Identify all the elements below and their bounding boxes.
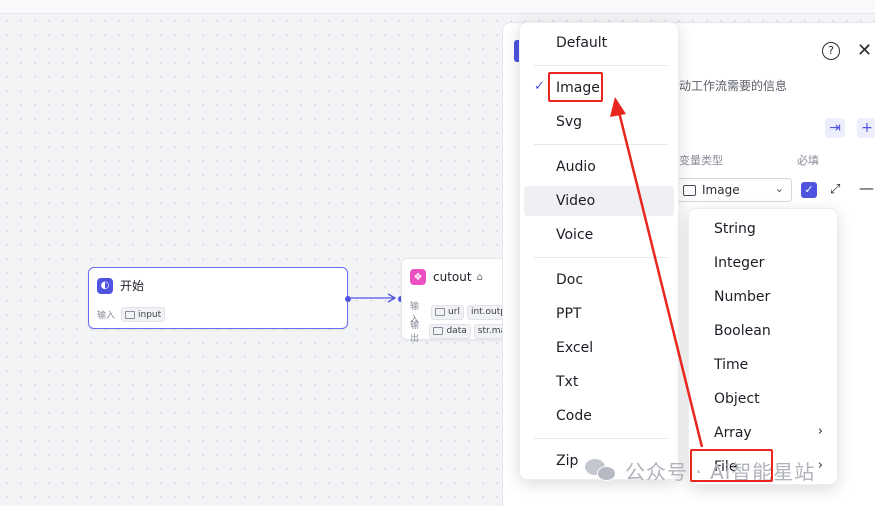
image-type-icon (433, 327, 444, 335)
expand-icon[interactable]: ⤢ (830, 182, 840, 197)
submenu-item-array[interactable]: Array › (689, 418, 837, 448)
cutout-output-row: 输出 data str.ma (410, 318, 510, 344)
start-node-header: ◐ 开始 (97, 277, 144, 294)
menu-divider (534, 257, 668, 258)
variable-type-column-label: 变量类型 (679, 154, 723, 167)
cutout-node[interactable]: ❖ cutout ⌂ 输入 url int.outp 输出 data str.m… (401, 258, 511, 344)
wechat-icon (585, 459, 616, 481)
chevron-right-icon: › (817, 458, 823, 473)
help-circle-icon[interactable]: ? (822, 42, 840, 60)
submenu-item-string[interactable]: String (689, 214, 837, 244)
menu-item-svg[interactable]: Svg (524, 107, 674, 137)
menu-item-ppt[interactable]: PPT (524, 299, 674, 329)
start-input-label: 输入 (97, 311, 116, 321)
start-icon: ◐ (97, 277, 113, 294)
menu-item-excel[interactable]: Excel (524, 333, 674, 363)
menu-divider (534, 144, 668, 145)
image-type-icon (435, 308, 446, 316)
start-node-title: 开始 (120, 279, 145, 293)
start-input-tag: input (121, 307, 166, 322)
chevron-right-icon: › (817, 424, 823, 439)
plugin-icon: ❖ (410, 269, 426, 285)
submenu-item-number[interactable]: Number (689, 282, 837, 312)
menu-item-default[interactable]: Default (524, 28, 674, 58)
menu-item-code[interactable]: Code (524, 401, 674, 431)
variable-type-select[interactable]: Image ⌄ (677, 178, 792, 202)
variable-type-submenu: String Integer Number Boolean Time Objec… (688, 208, 838, 485)
required-column-label: 必填 (797, 154, 819, 167)
submenu-item-integer[interactable]: Integer (689, 248, 837, 278)
required-checkbox[interactable]: ✓ (801, 182, 817, 198)
menu-divider (534, 438, 668, 439)
panel-description: 动工作流需要的信息 (679, 79, 788, 93)
annotation-box-file (690, 449, 773, 482)
cutout-node-header: ❖ cutout ⌂ (410, 269, 483, 285)
submenu-item-time[interactable]: Time (689, 350, 837, 380)
submenu-item-object[interactable]: Object (689, 384, 837, 414)
plus-icon[interactable]: + (857, 118, 875, 138)
menu-item-audio[interactable]: Audio (524, 152, 674, 182)
top-toolbar (0, 0, 875, 14)
menu-item-doc[interactable]: Doc (524, 265, 674, 295)
close-icon[interactable]: ✕ (857, 40, 872, 61)
cutout-output-tag: data (429, 323, 471, 339)
annotation-box-image (548, 72, 603, 102)
menu-item-video[interactable]: Video (524, 186, 674, 216)
menu-item-txt[interactable]: Txt (524, 367, 674, 397)
mode-icon: ⌂ (476, 271, 483, 283)
chevron-down-icon: ⌄ (774, 182, 784, 195)
connection-edge[interactable] (348, 291, 404, 305)
variable-type-value: Image (702, 183, 740, 197)
minus-icon[interactable]: — (859, 179, 874, 197)
menu-divider (534, 65, 668, 66)
submenu-item-boolean[interactable]: Boolean (689, 316, 837, 346)
start-node[interactable]: ◐ 开始 输入 input (88, 267, 348, 329)
import-icon[interactable]: ⇥ (825, 118, 845, 138)
start-node-input-row: 输入 input (97, 307, 166, 322)
check-icon: ✓ (534, 79, 545, 94)
image-type-icon (683, 184, 696, 196)
menu-item-voice[interactable]: Voice (524, 220, 674, 250)
cutout-output-label: 输出 (410, 321, 420, 344)
image-type-icon (125, 310, 136, 319)
cutout-node-title: cutout (433, 270, 472, 284)
